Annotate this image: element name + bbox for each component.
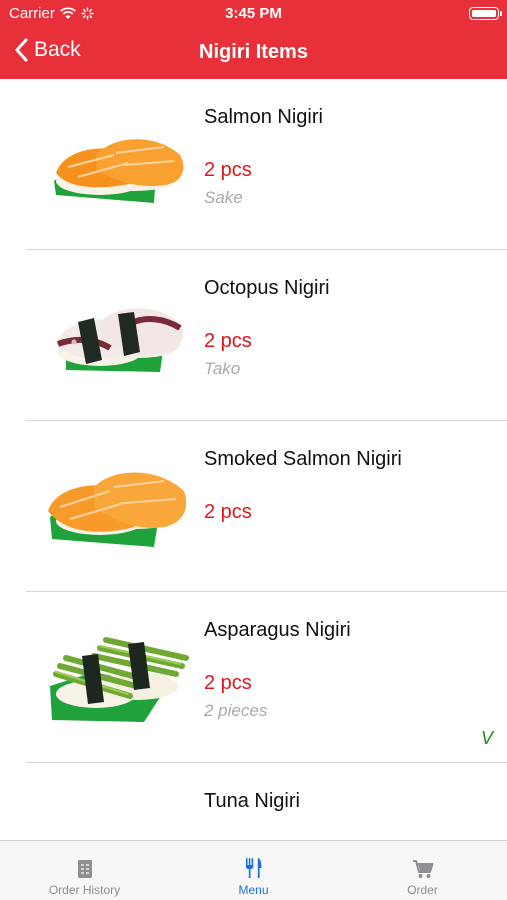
status-bar: Carrier 3:45 PM [0,0,507,28]
list-item[interactable]: Tuna Nigiri [0,763,507,841]
item-quantity: 2 pcs [204,159,252,181]
item-subtitle: Tako [204,359,241,378]
octopus-nigiri-image [56,308,184,372]
tab-order[interactable]: Order [338,841,507,900]
tab-order-history[interactable]: Order History [0,841,169,900]
page-title: Nigiri Items [199,41,308,63]
item-subtitle: Sake [204,188,243,207]
list-item[interactable]: Asparagus Nigiri 2 pcs 2 pieces V [0,592,507,763]
receipt-icon [77,860,92,878]
item-subtitle: 2 pieces [204,701,268,720]
item-name: Asparagus Nigiri [204,619,351,641]
vegetarian-badge: V [480,728,493,748]
list-item[interactable]: Octopus Nigiri 2 pcs Tako [0,250,507,421]
nigiri-list[interactable]: Salmon Nigiri 2 pcs Sake Octopus Nigiri … [0,79,507,841]
tuna-nigiri-image [44,799,190,841]
status-time: 3:45 PM [225,5,282,22]
item-quantity: 2 pcs [204,330,252,352]
list-item[interactable]: Salmon Nigiri 2 pcs Sake [0,79,507,250]
item-name: Octopus Nigiri [204,277,330,299]
tab-bar: Order History Menu Order [0,840,507,900]
tab-label: Order [407,883,438,897]
cart-icon [412,860,433,878]
item-quantity: 2 pcs [204,672,252,694]
list-item[interactable]: Smoked Salmon Nigiri 2 pcs [0,421,507,592]
salmon-nigiri-image [54,139,184,203]
utensils-icon [245,858,261,878]
tab-menu[interactable]: Menu [169,841,338,900]
navigation-header: Carrier 3:45 PM Back Nigiri Items [0,0,507,79]
tab-label: Menu [238,883,269,897]
item-quantity: 2 pcs [204,501,252,523]
asparagus-nigiri-image [50,637,189,722]
tab-label: Order History [48,883,121,897]
battery-icon [469,7,502,20]
item-name: Tuna Nigiri [204,790,300,812]
smoked-salmon-nigiri-image [48,472,187,547]
item-name: Salmon Nigiri [204,106,323,128]
item-name: Smoked Salmon Nigiri [204,448,402,470]
